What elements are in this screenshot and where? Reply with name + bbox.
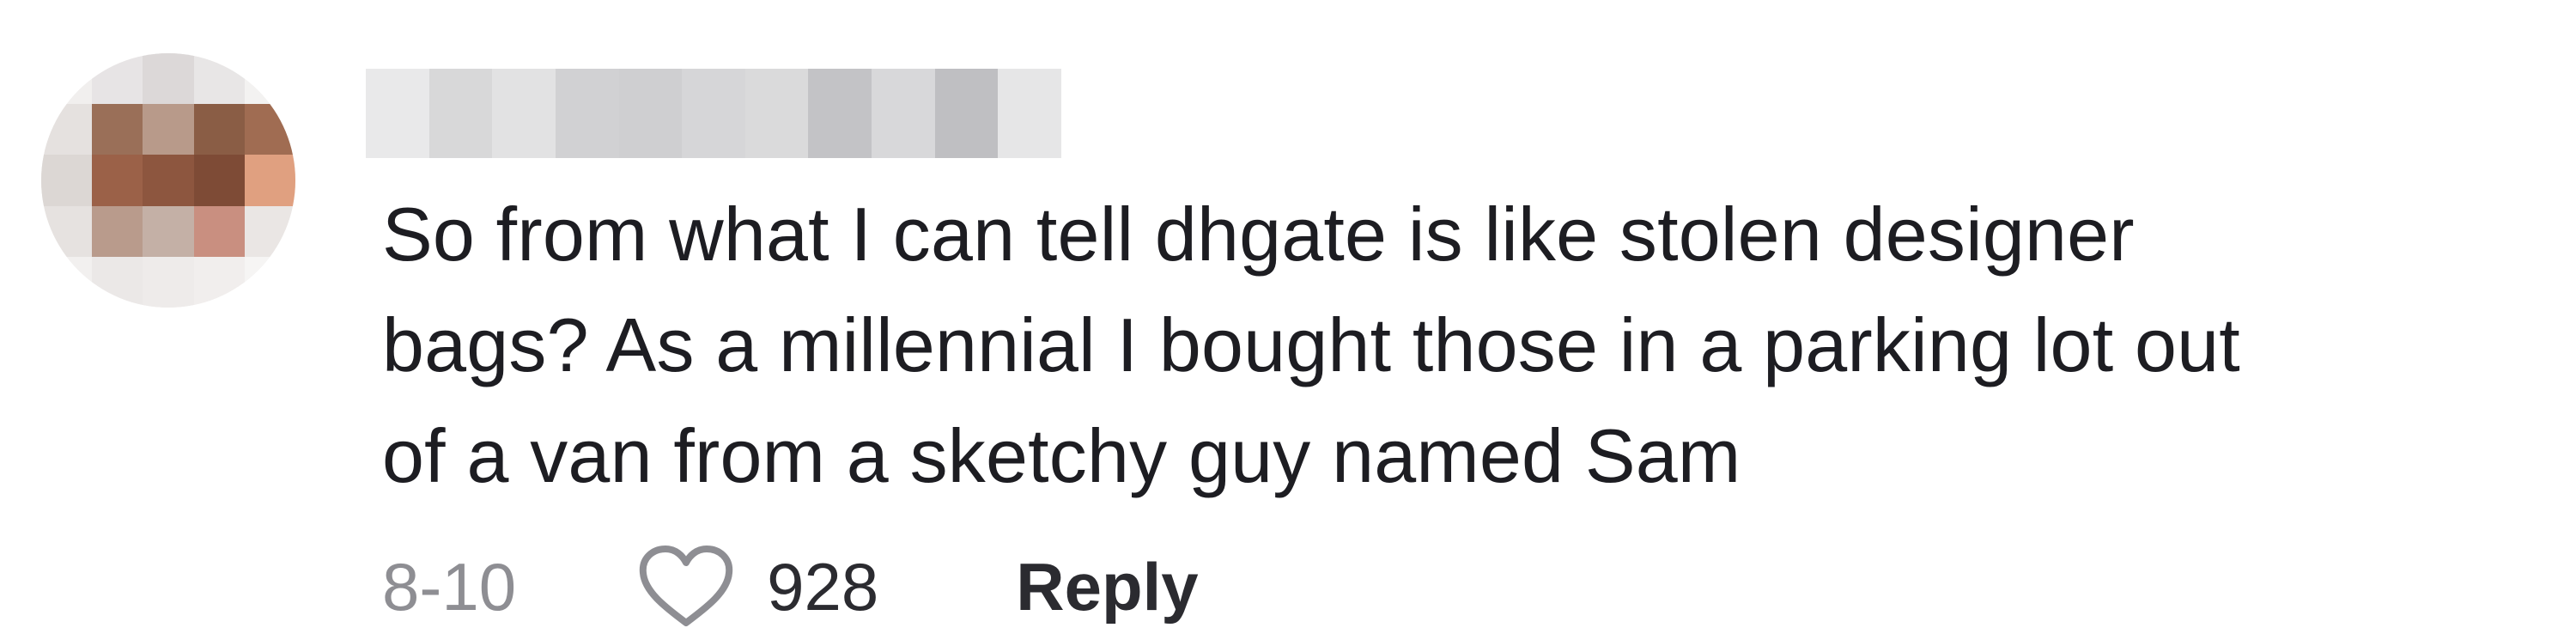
reply-button[interactable]: Reply	[1016, 548, 1198, 626]
username-blurred[interactable]	[366, 69, 1062, 158]
comment-date: 8-10	[382, 548, 517, 625]
comment-text: So from what I can tell dhgate is like s…	[382, 192, 2240, 498]
comment-meta: 8-10 928 Reply	[382, 539, 1199, 634]
like-button[interactable]: 928	[636, 544, 878, 630]
heart-outline-icon[interactable]	[636, 544, 736, 630]
avatar[interactable]	[41, 53, 295, 308]
comment-item: So from what I can tell dhgate is like s…	[0, 0, 2576, 640]
like-count: 928	[767, 548, 879, 625]
